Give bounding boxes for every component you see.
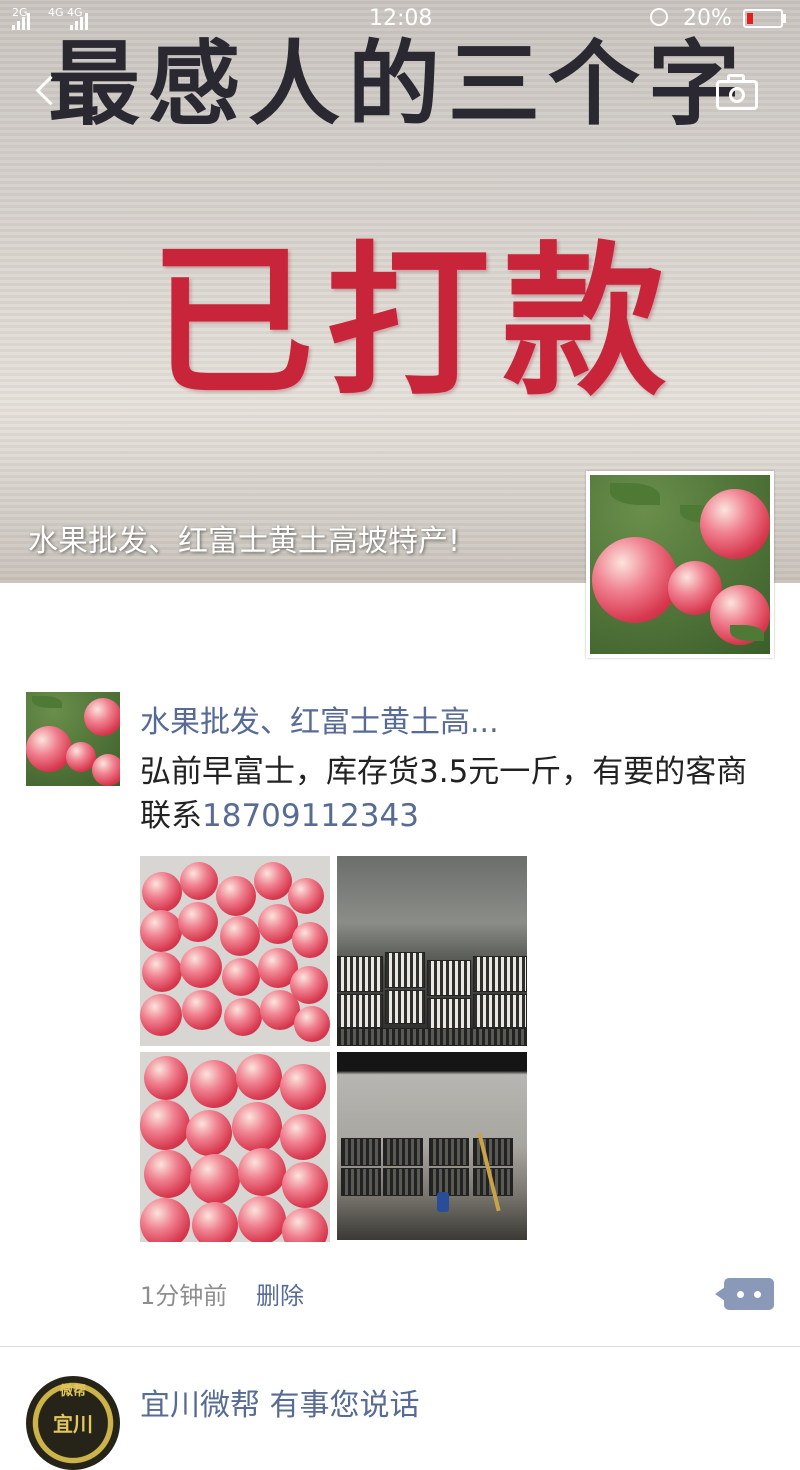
post-image-3[interactable] [140,1052,330,1242]
signal-icon-2 [70,12,88,30]
signal-icon [12,12,30,30]
post-avatar[interactable] [26,692,120,786]
battery-percent: 20% [683,6,732,31]
post-image-1[interactable] [140,856,330,1046]
chevron-left-icon[interactable] [26,72,66,116]
comment-dots-icon[interactable] [715,1278,774,1310]
avatar-label: 微帮 [59,1384,86,1399]
profile-avatar[interactable] [586,471,774,658]
avatar-text: 宜川 [53,1412,93,1436]
battery-level [747,13,753,24]
battery-tip [783,14,786,23]
alarm-icon [650,8,668,26]
post-divider [0,1346,800,1347]
next-post-author[interactable]: 宜川微帮 有事您说话 [140,1380,420,1424]
post-image-2[interactable] [337,856,527,1046]
status-bar: 2G 4G 4G 12:08 20% [0,0,800,40]
battery-icon [743,9,783,28]
delete-button[interactable]: 删除 [256,1276,304,1311]
post-image-grid [140,856,528,1242]
profile-name: 水果批发、红富士黄土高坡特产! [28,524,461,559]
post-image-4[interactable] [337,1052,527,1240]
clock: 12:08 [369,6,433,31]
camera-icon[interactable] [710,70,766,116]
phone-link[interactable]: 18709112343 [202,798,419,834]
post-time: 1分钟前 [140,1282,228,1310]
next-post-avatar[interactable]: 微帮 宜川 [26,1376,120,1470]
apple-photo [590,475,770,654]
post-author[interactable]: 水果批发、红富士黄土高... [140,697,499,741]
post-content: 弘前早富士，库存货3.5元一斤，有要的客商联系18709112343 [140,750,770,838]
cover-big-text: 已打款 [150,227,679,418]
